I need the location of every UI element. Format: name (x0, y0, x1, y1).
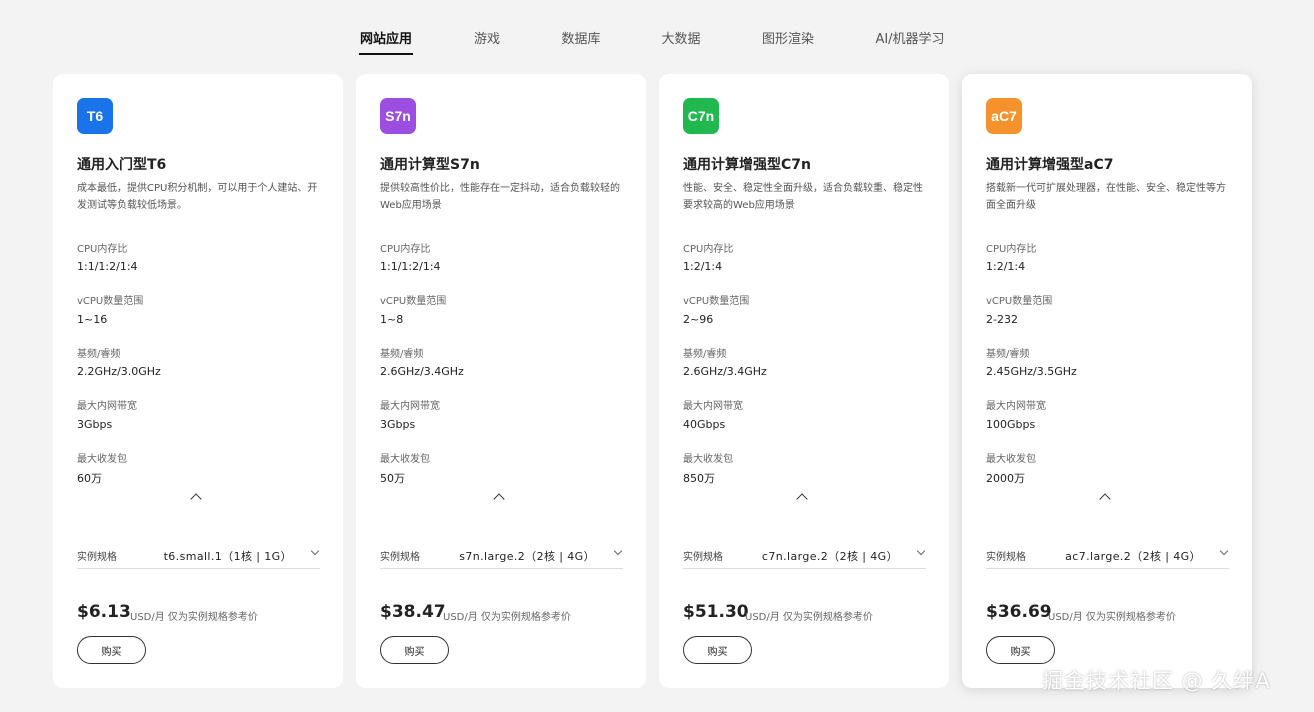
bandwidth-value: 3Gbps (77, 418, 113, 431)
tab-website-apps[interactable]: 网站应用 (360, 28, 412, 47)
tab-graphics-rendering[interactable]: 图形渲染 (762, 28, 814, 47)
pps-label: 最大收发包 (986, 454, 1036, 465)
price-unit: USD/月 仅为实例规格参考价 (443, 612, 571, 623)
frequency-label: 基频/睿频 (77, 349, 121, 360)
frequency-label: 基频/睿频 (683, 349, 727, 360)
vcpu-range-value: 1~8 (380, 313, 404, 326)
vcpu-range-label: vCPU数量范围 (77, 296, 144, 307)
price-unit: USD/月 仅为实例规格参考价 (130, 612, 258, 623)
instance-card-s7n: S7n 通用计算型S7n 提供较高性价比，性能存在一定抖动，适合负载较轻的Web… (356, 74, 646, 688)
chevron-down-icon (916, 546, 926, 556)
vcpu-range-value: 1~16 (77, 313, 108, 326)
cpu-ratio-value: 1:2/1:4 (683, 260, 723, 273)
cpu-ratio-label: CPU内存比 (683, 244, 734, 255)
instance-spec-select[interactable]: 实例规格 ac7.large.2（2核 | 4G） (986, 542, 1229, 569)
cpu-ratio-value: 1:2/1:4 (986, 260, 1026, 273)
frequency-label: 基频/睿频 (380, 349, 424, 360)
vcpu-range-label: vCPU数量范围 (683, 296, 750, 307)
frequency-value: 2.6GHz/3.4GHz (380, 365, 464, 378)
card-description: 性能、安全、稳定性全面升级，适合负载较重、稳定性要求较高的Web应用场景 (683, 183, 923, 211)
card-title: 通用入门型T6 (77, 157, 167, 173)
card-title: 通用计算型S7n (380, 157, 480, 173)
spec-select-label: 实例规格 (683, 552, 723, 563)
spec-select-label: 实例规格 (380, 552, 420, 563)
active-tab-indicator (359, 53, 413, 55)
instance-spec-select[interactable]: 实例规格 s7n.large.2（2核 | 4G） (380, 542, 623, 569)
pps-value: 850万 (683, 472, 715, 485)
pps-value: 50万 (380, 472, 405, 485)
pps-label: 最大收发包 (77, 454, 127, 465)
chevron-down-icon (310, 546, 320, 556)
price: $36.69 (986, 602, 1052, 622)
frequency-label: 基频/睿频 (986, 349, 1030, 360)
buy-button[interactable]: 购买 (77, 636, 146, 664)
instance-card-ac7: aC7 通用计算增强型aC7 搭载新一代可扩展处理器，在性能、安全、稳定性等方面… (962, 74, 1252, 688)
cpu-ratio-label: CPU内存比 (986, 244, 1037, 255)
vcpu-range-value: 2~96 (683, 313, 714, 326)
price: $51.30 (683, 602, 749, 622)
instance-card-c7n: C7n 通用计算增强型C7n 性能、安全、稳定性全面升级，适合负载较重、稳定性要… (659, 74, 949, 688)
collapse-chevron-icon[interactable] (190, 493, 202, 505)
price: $6.13 (77, 602, 131, 622)
instance-badge: aC7 (986, 98, 1022, 134)
pps-label: 最大收发包 (380, 454, 430, 465)
frequency-value: 2.45GHz/3.5GHz (986, 365, 1077, 378)
frequency-value: 2.6GHz/3.4GHz (683, 365, 767, 378)
collapse-chevron-icon[interactable] (796, 493, 808, 505)
instance-badge: T6 (77, 98, 113, 134)
instance-card-t6: T6 通用入门型T6 成本最低，提供CPU积分机制，可以用于个人建站、开发测试等… (53, 74, 343, 688)
instance-spec-select[interactable]: 实例规格 t6.small.1（1核 | 1G） (77, 542, 320, 569)
bandwidth-value: 100Gbps (986, 418, 1036, 431)
bandwidth-value: 40Gbps (683, 418, 726, 431)
card-description: 成本最低，提供CPU积分机制，可以用于个人建站、开发测试等负载较低场景。 (77, 183, 318, 211)
vcpu-range-label: vCPU数量范围 (380, 296, 447, 307)
instance-badge: C7n (683, 98, 719, 134)
card-title: 通用计算增强型aC7 (986, 157, 1114, 173)
pps-value: 60万 (77, 472, 102, 485)
chevron-down-icon (613, 546, 623, 556)
bandwidth-label: 最大内网带宽 (77, 401, 137, 412)
spec-select-value: c7n.large.2（2核 | 4G） (761, 550, 898, 563)
category-tabs: 网站应用 游戏 数据库 大数据 图形渲染 AI/机器学习 (0, 0, 1314, 58)
bandwidth-label: 最大内网带宽 (380, 401, 440, 412)
cpu-ratio-label: CPU内存比 (380, 244, 431, 255)
pps-label: 最大收发包 (683, 454, 733, 465)
instance-spec-select[interactable]: 实例规格 c7n.large.2（2核 | 4G） (683, 542, 926, 569)
instance-badge: S7n (380, 98, 416, 134)
price-unit: USD/月 仅为实例规格参考价 (745, 612, 873, 623)
buy-button[interactable]: 购买 (683, 636, 752, 664)
buy-button[interactable]: 购买 (986, 636, 1055, 664)
bandwidth-label: 最大内网带宽 (683, 401, 743, 412)
pps-value: 2000万 (986, 472, 1025, 485)
card-description: 搭载新一代可扩展处理器，在性能、安全、稳定性等方面全面升级 (986, 183, 1226, 211)
card-title: 通用计算增强型C7n (683, 157, 811, 173)
price-unit: USD/月 仅为实例规格参考价 (1048, 612, 1176, 623)
cpu-ratio-value: 1:1/1:2/1:4 (380, 260, 441, 273)
spec-select-value: ac7.large.2（2核 | 4G） (1065, 550, 1201, 563)
collapse-chevron-icon[interactable] (1099, 493, 1111, 505)
price: $38.47 (380, 602, 446, 622)
chevron-down-icon (1219, 546, 1229, 556)
spec-select-label: 实例规格 (77, 552, 117, 563)
spec-select-value: s7n.large.2（2核 | 4G） (459, 550, 595, 563)
collapse-chevron-icon[interactable] (493, 493, 505, 505)
spec-select-label: 实例规格 (986, 552, 1026, 563)
vcpu-range-label: vCPU数量范围 (986, 296, 1053, 307)
cpu-ratio-label: CPU内存比 (77, 244, 128, 255)
watermark-text: 掘金技术社区 @ 久绊A (1042, 669, 1271, 693)
tab-ai-ml[interactable]: AI/机器学习 (875, 28, 944, 47)
tab-games[interactable]: 游戏 (474, 28, 500, 47)
cpu-ratio-value: 1:1/1:2/1:4 (77, 260, 138, 273)
vcpu-range-value: 2-232 (986, 313, 1018, 326)
tab-database[interactable]: 数据库 (561, 28, 600, 47)
tab-big-data[interactable]: 大数据 (661, 28, 700, 47)
bandwidth-label: 最大内网带宽 (986, 401, 1046, 412)
bandwidth-value: 3Gbps (380, 418, 416, 431)
card-description: 提供较高性价比，性能存在一定抖动，适合负载较轻的Web应用场景 (380, 183, 620, 211)
buy-button[interactable]: 购买 (380, 636, 449, 664)
spec-select-value: t6.small.1（1核 | 1G） (163, 550, 292, 563)
frequency-value: 2.2GHz/3.0GHz (77, 365, 161, 378)
